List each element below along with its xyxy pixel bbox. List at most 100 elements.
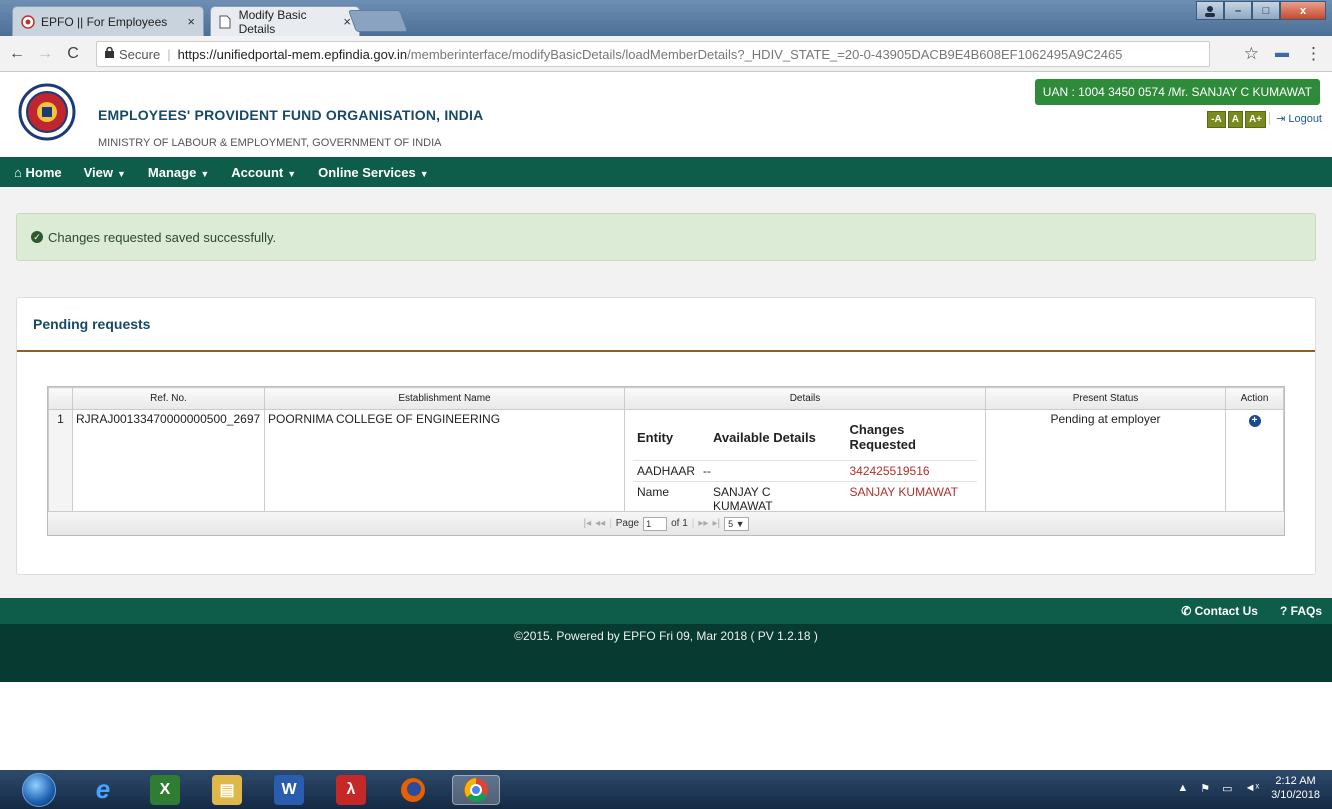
faqs-link[interactable]: ? FAQs — [1280, 604, 1322, 618]
view-details-icon[interactable]: + — [1248, 415, 1261, 427]
details-row-aadhaar: AADHAAR -- 342425519516 — [633, 460, 977, 482]
excel-icon[interactable]: X — [150, 774, 180, 805]
column-header-details[interactable]: Details — [624, 387, 986, 410]
word-icon[interactable]: W — [274, 774, 304, 805]
new-tab-button[interactable] — [347, 10, 409, 32]
column-header-action[interactable]: Action — [1225, 387, 1284, 410]
row-index: 1 — [48, 409, 73, 520]
toolbar-right: ☆ ▬ ⋮ — [1244, 44, 1322, 64]
phone-icon: ✆ — [1181, 604, 1192, 618]
browser-toolbar: ← → C Secure | https://unifiedportal-mem… — [0, 36, 1332, 72]
ministry-text: MINISTRY OF LABOUR & EMPLOYMENT, GOVERNM… — [98, 137, 442, 149]
site-header: EMPLOYEES' PROVIDENT FUND ORGANISATION, … — [0, 73, 1332, 157]
url-separator: | — [167, 46, 171, 62]
file-explorer-icon[interactable]: ▤ — [212, 774, 242, 805]
pending-requests-panel: Pending requests Ref. No. Establishment … — [16, 297, 1316, 575]
nav-label: Account — [231, 164, 284, 180]
url-bar[interactable]: Secure | https://unifiedportal-mem.epfin… — [96, 41, 1210, 67]
nav-view[interactable]: View ▼ — [84, 165, 126, 180]
column-header-status[interactable]: Present Status — [985, 387, 1226, 410]
font-normal-button[interactable]: A — [1227, 111, 1243, 128]
home-icon: ⌂ — [14, 164, 22, 180]
details-header-entity: Entity — [637, 429, 674, 445]
uan-badge: UAN : 1004 3450 0574 /Mr. SANJAY C KUMAW… — [1034, 79, 1320, 105]
pending-requests-grid: Ref. No. Establishment Name Details Pres… — [47, 386, 1285, 536]
logout-icon: ⇥ — [1276, 113, 1286, 125]
nav-account[interactable]: Account ▼ — [231, 165, 296, 180]
font-increase-button[interactable]: A+ — [1244, 111, 1266, 128]
available-cell: -- — [699, 460, 836, 482]
lock-icon — [105, 46, 114, 61]
close-window-button[interactable]: x — [1280, 1, 1326, 20]
window-user-icon[interactable] — [1196, 1, 1224, 20]
reload-icon[interactable]: C — [62, 45, 84, 63]
show-hidden-icons-icon[interactable]: ▲ — [1177, 782, 1188, 794]
system-clock[interactable]: 2:12 AM 3/10/2018 — [1271, 774, 1320, 802]
font-decrease-button[interactable]: -A — [1207, 111, 1226, 128]
browser-tab-title: EPFO || For Employees — [41, 14, 168, 29]
caret-down-icon: ▼ — [287, 168, 297, 179]
page-size-select[interactable]: 5 ▼ — [724, 516, 749, 531]
font-size-controls: -A A A+ — [1207, 111, 1266, 128]
start-button-icon[interactable] — [22, 772, 56, 807]
establishment-cell: POORNIMA COLLEGE OF ENGINEERING — [264, 409, 625, 520]
network-icon[interactable]: ▭ — [1222, 782, 1232, 795]
firefox-icon[interactable] — [398, 775, 428, 805]
system-tray: ▲ ⚑ ▭ ◄ˣ 2:12 AM 3/10/2018 — [1177, 774, 1320, 802]
nav-online-services[interactable]: Online Services ▼ — [318, 165, 428, 180]
first-page-icon[interactable]: |◂ — [583, 518, 591, 529]
page-size-value: 5 — [728, 518, 734, 529]
alert-message: Changes requested saved successfully. — [48, 229, 277, 245]
acrobat-reader-icon[interactable]: λ — [336, 774, 366, 805]
nav-manage[interactable]: Manage ▼ — [148, 165, 209, 180]
browser-tab-modify-basic-details[interactable]: Modify Basic Details × — [210, 6, 360, 36]
close-tab-icon[interactable]: × — [187, 14, 195, 29]
prev-page-icon[interactable]: ◂◂ — [595, 518, 605, 529]
bookmark-star-icon[interactable]: ☆ — [1244, 44, 1259, 64]
entity-cell: AADHAAR — [633, 460, 700, 482]
extension-icon[interactable]: ▬ — [1275, 44, 1289, 64]
grid-pager: |◂ ◂◂ | Page 1 of 1 | ▸▸ ▸| 5 ▼ — [48, 511, 1284, 535]
faqs-label: FAQs — [1290, 604, 1322, 618]
status-cell: Pending at employer — [985, 409, 1226, 520]
pager-divider: | — [609, 518, 612, 529]
maximize-button[interactable]: □ — [1252, 1, 1280, 20]
chrome-icon[interactable] — [452, 774, 500, 805]
volume-muted-icon[interactable]: ◄ˣ — [1245, 782, 1260, 794]
page-number-input[interactable]: 1 — [643, 516, 668, 531]
menu-kebab-icon[interactable]: ⋮ — [1305, 44, 1322, 64]
back-arrow-icon[interactable]: ← — [6, 45, 28, 63]
last-page-icon[interactable]: ▸| — [712, 518, 720, 529]
of-pages-label: of 1 — [671, 518, 688, 529]
action-cell: + — [1225, 409, 1284, 520]
clock-date: 3/10/2018 — [1271, 789, 1320, 801]
caret-down-icon: ▼ — [117, 168, 126, 179]
browser-tab-epfo[interactable]: EPFO || For Employees × — [12, 6, 204, 36]
page-label: Page — [615, 518, 640, 529]
nav-label: View — [83, 164, 113, 180]
contact-us-link[interactable]: ✆ Contact Us — [1181, 604, 1258, 618]
action-center-flag-icon[interactable]: ⚑ — [1200, 782, 1210, 795]
internet-explorer-icon[interactable]: e — [88, 774, 118, 805]
requested-cell: 342425519516 — [835, 460, 977, 482]
browser-tab-strip: EPFO || For Employees × Modify Basic Det… — [0, 0, 1332, 36]
caret-down-icon: ▼ — [419, 168, 429, 179]
check-circle-icon: ✓ — [31, 231, 43, 243]
window-controls: – □ x — [1196, 1, 1326, 20]
question-icon: ? — [1279, 604, 1288, 618]
contact-us-label: Contact Us — [1194, 604, 1258, 618]
forward-arrow-icon[interactable]: → — [34, 45, 56, 63]
minimize-button[interactable]: – — [1224, 1, 1252, 20]
column-header-ref-no[interactable]: Ref. No. — [72, 387, 265, 410]
caret-down-icon: ▼ — [200, 168, 210, 179]
nav-home-label: Home — [25, 164, 62, 180]
ref-no-cell: RJRAJ00133470000000500_2697 — [72, 409, 265, 520]
success-alert: ✓ Changes requested saved successfully. — [16, 213, 1316, 261]
next-page-icon[interactable]: ▸▸ — [698, 518, 708, 529]
table-row: 1 RJRAJ00133470000000500_2697 POORNIMA C… — [48, 409, 1284, 520]
column-header-establishment[interactable]: Establishment Name — [264, 387, 625, 410]
logout-link[interactable]: ⇥ Logout — [1269, 112, 1322, 125]
copyright-text: ©2015. Powered by EPFO Fri 09, Mar 2018 … — [514, 629, 818, 643]
page-icon — [219, 15, 233, 29]
nav-home[interactable]: ⌂ Home — [14, 165, 62, 180]
